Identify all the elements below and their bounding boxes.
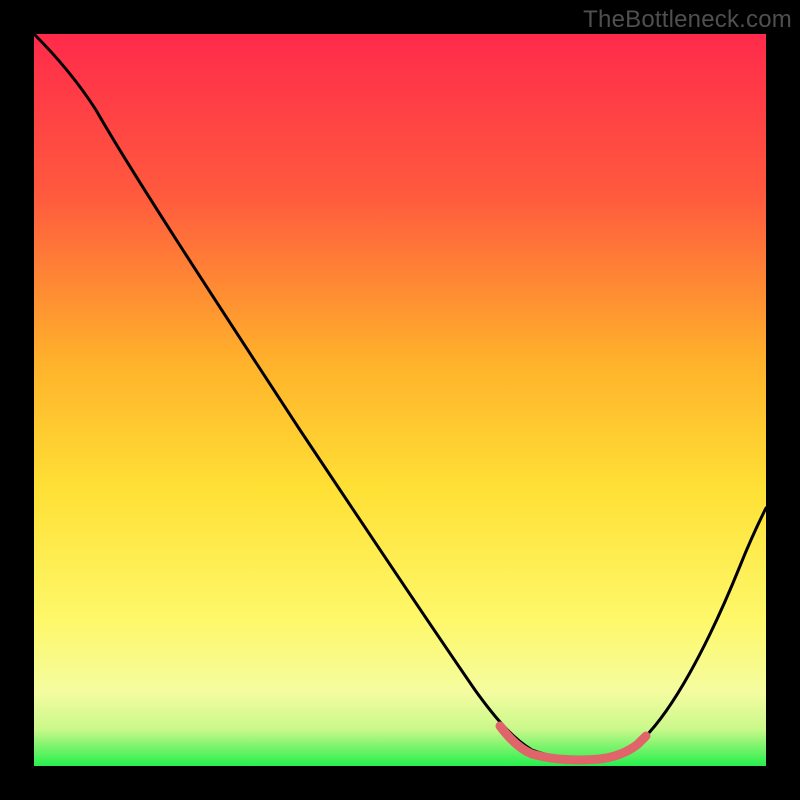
chart-container: TheBottleneck.com xyxy=(0,0,800,800)
plot-area xyxy=(34,34,766,766)
watermark-text: TheBottleneck.com xyxy=(583,6,792,34)
chart-svg xyxy=(0,0,800,800)
